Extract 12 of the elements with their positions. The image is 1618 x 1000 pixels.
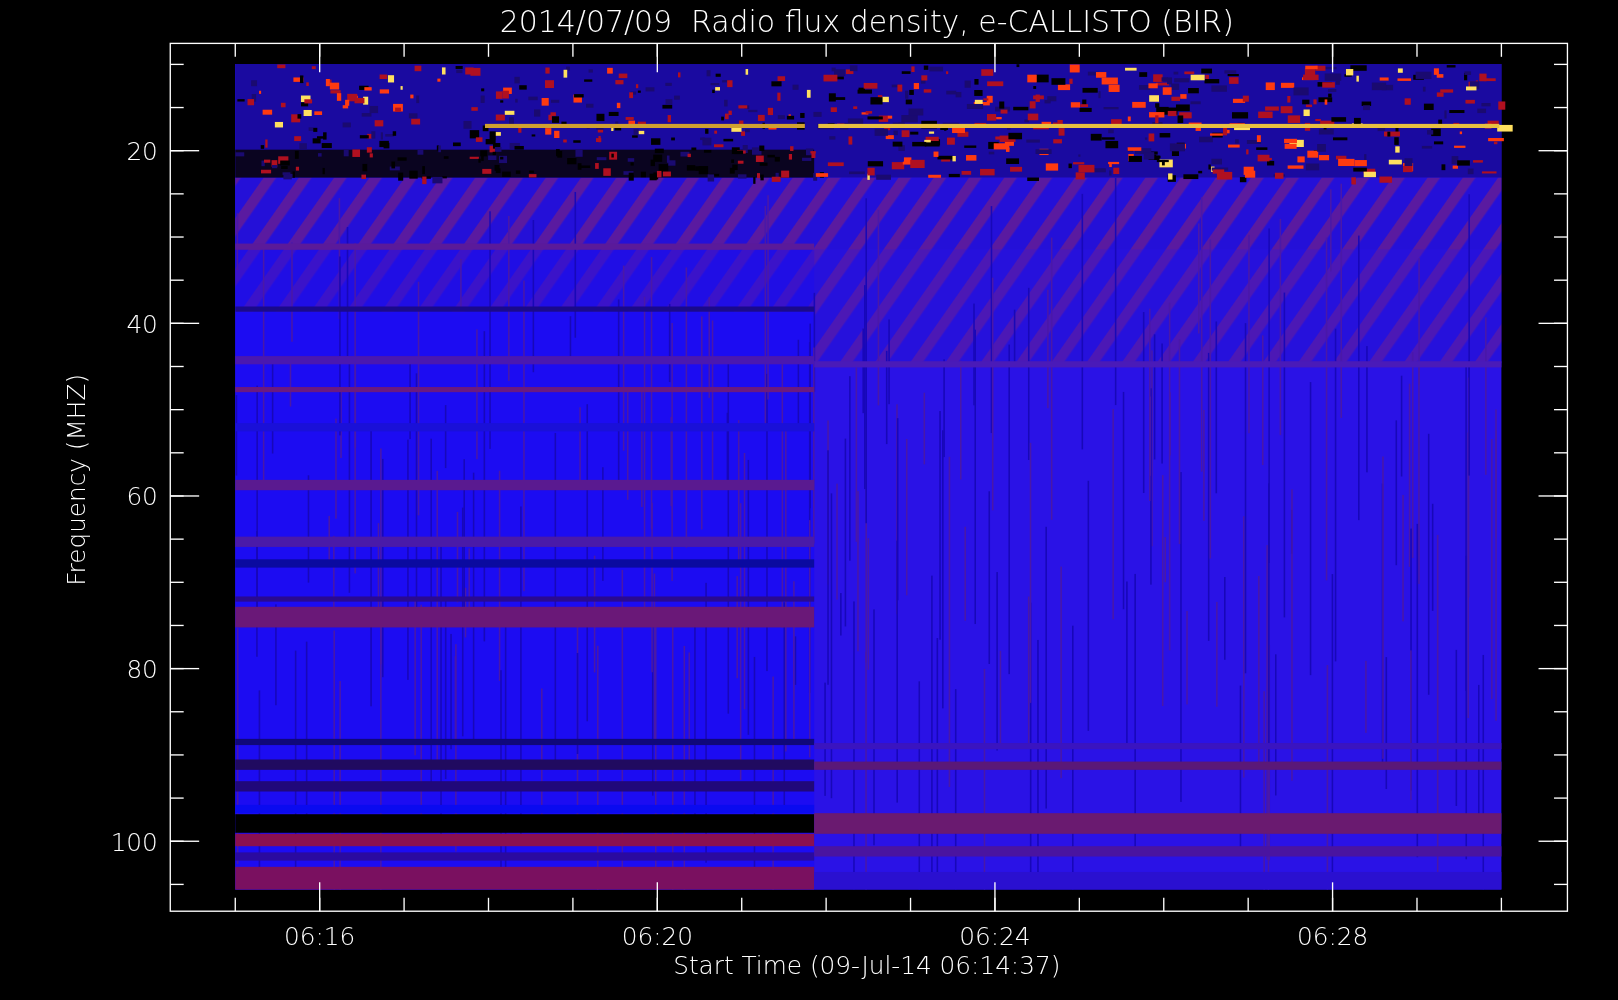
x-tick-label: 06:16	[284, 922, 356, 952]
y-tick-label: 100	[110, 827, 158, 857]
x-tick-label: 06:28	[1296, 922, 1369, 952]
y-tick-label: 40	[126, 309, 158, 339]
y-axis-label: Frequency (MHZ)	[61, 373, 91, 586]
y-tick-label: 60	[126, 482, 158, 512]
x-axis-label: Start Time (09-Jul-14 06:14:37)	[673, 951, 1061, 981]
x-tick-label: 06:20	[621, 922, 693, 952]
y-tick-label: 20	[126, 137, 158, 166]
chart-title: 2014/07/09 Radio flux density, e-CALLISTO (BIR)	[499, 4, 1234, 40]
y-tick-label: 80	[126, 654, 158, 684]
x-tick-label: 06:24	[959, 922, 1031, 952]
